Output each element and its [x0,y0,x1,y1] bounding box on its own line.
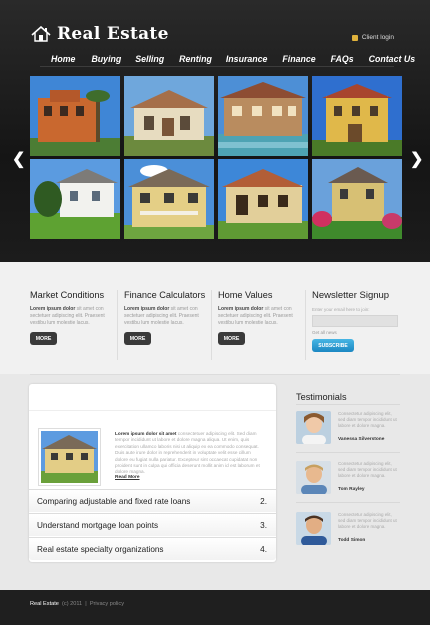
avatar [296,461,331,494]
read-more-link[interactable]: Read More [115,475,140,480]
nav-contact-us[interactable]: Contact Us [369,54,415,64]
footer-brand: Real Estate [30,601,59,607]
house-logo-icon [31,26,51,42]
testimonial-text: Consectetur adipiscing elit, sed diam te… [338,411,397,428]
copyright: (c) 2011 [62,601,83,607]
nav-insurance[interactable]: Insurance [226,54,268,64]
testimonial-name: Vanessa Silverstone [338,437,385,442]
feature-bold: Lorem ipsum dolor [30,306,76,312]
testimonial-text: Consectetur adipiscing elit, sed diam te… [338,512,397,529]
gallery-photo[interactable] [218,159,308,239]
header: Real Estate Client login Home Buying Sel… [0,0,430,262]
footer-separator: | [85,601,87,607]
nav-finance[interactable]: Finance [282,54,315,64]
main-nav: Home Buying Selling Renting Insurance Fi… [40,54,415,64]
feature-market-conditions: Market Conditions Lorem ipsum dolor sit … [30,290,118,345]
list-item-label: Understand mortgage loan points [37,520,159,530]
feature-title: Finance Calculators [124,290,206,300]
feature-finance-calculators: Finance Calculators Lorem ipsum dolor si… [124,290,212,345]
next-arrow-icon[interactable]: ❯ [410,149,423,169]
nav-renting[interactable]: Renting [179,54,212,64]
features-section: Market Conditions Lorem ipsum dolor sit … [0,262,430,374]
nav-faqs[interactable]: FAQs [331,54,354,64]
divider [296,404,400,405]
testimonial-text: Consectetur adipiscing elit, sed diam te… [338,461,397,478]
nav-buying[interactable]: Buying [91,54,121,64]
more-button[interactable]: MORE [30,332,57,345]
feature-title: Market Conditions [30,290,105,300]
divider [117,290,118,360]
more-button[interactable]: MORE [218,332,245,345]
lock-icon [351,34,358,41]
client-login-label: Client login [361,34,394,41]
list-item[interactable]: Understand mortgage loan points 3. [29,513,276,536]
gallery-photo[interactable] [124,159,214,239]
testimonial-name: Tom Rayley [338,487,365,492]
list-item-number: 4. [260,544,267,554]
avatar [296,512,331,545]
article-bold: Lorem ipsum dolor sit amet [115,431,177,436]
newsletter-title: Newsletter Signup [312,290,390,301]
feature-bold: Lorem ipsum dolor [218,306,264,312]
prev-arrow-icon[interactable]: ❮ [12,149,25,169]
nav-home[interactable]: Home [51,54,75,64]
gallery-photo[interactable] [312,159,402,239]
gallery-photo[interactable] [218,76,308,156]
article-card: Lorem ipsum dolor sit amet consectetuer … [29,384,276,562]
article-body: consectetuer adipiscing elit. Sed diam t… [115,431,260,475]
feature-bold: Lorem ipsum dolor [124,306,170,312]
avatar [296,411,331,444]
divider [296,452,400,453]
list-item[interactable]: Real estate specialty organizations 4. [29,537,276,560]
article-text: Lorem ipsum dolor sit amet consectetuer … [115,431,265,476]
testimonial-name: Todd Simon [338,538,366,543]
testimonials-title: Testimonials [296,392,347,402]
logo[interactable]: Real Estate [31,24,169,44]
list-item-number: 2. [260,496,267,506]
divider [305,290,306,360]
footer-text: Real Estate (c) 2011 | Privacy policy [30,601,124,607]
feature-text: Lorem ipsum dolor sit amet con sectetuer… [30,306,118,327]
more-button[interactable]: MORE [124,332,151,345]
list-item[interactable]: Comparing adjustable and fixed rate loan… [29,489,276,512]
main-section: Lorem ipsum dolor sit amet consectetuer … [0,374,430,590]
divider [211,290,212,360]
gallery-photo[interactable] [124,76,214,156]
card-header [29,384,276,411]
gallery-photo[interactable] [30,159,120,239]
list-item-label: Real estate specialty organizations [37,544,164,554]
client-login-link[interactable]: Client login [351,34,394,41]
section-divider [30,374,400,375]
nav-selling[interactable]: Selling [135,54,164,64]
privacy-policy-link[interactable]: Privacy policy [90,601,124,607]
feature-text: Lorem ipsum dolor sit amet con sectetuer… [218,306,306,327]
list-item-label: Comparing adjustable and fixed rate loan… [37,496,191,506]
article-image [38,428,101,486]
divider [296,502,400,503]
list-item-number: 3. [260,520,267,530]
footer: Real Estate (c) 2011 | Privacy policy [0,590,430,625]
feature-title: Home Values [218,290,273,300]
feature-home-values: Home Values Lorem ipsum dolor sit amet c… [218,290,306,345]
subscribe-button[interactable]: SUBSCRIBE [312,339,354,352]
nav-divider [40,66,394,67]
newsletter-signup: Newsletter Signup Enter your email here … [312,290,402,352]
gallery-photo[interactable] [30,76,120,156]
email-input[interactable] [312,315,398,327]
newsletter-option-label: Get all news [312,330,337,335]
newsletter-hint: Enter your email here to join: [312,307,370,312]
brand-name: Real Estate [57,24,169,44]
feature-text: Lorem ipsum dolor sit amet con sectetuer… [124,306,212,327]
gallery-photo[interactable] [312,76,402,156]
